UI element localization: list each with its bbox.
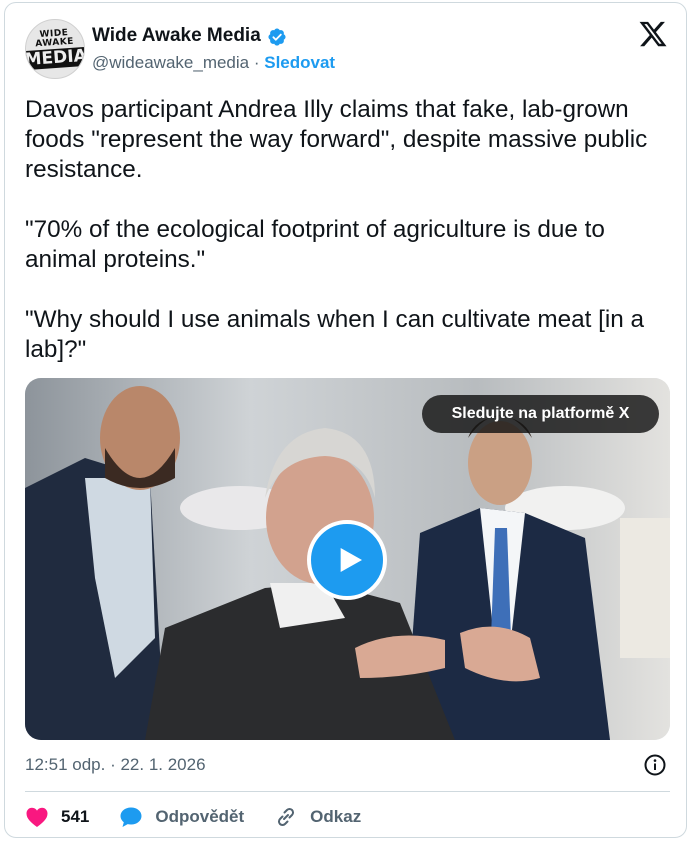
avatar-logo: WIDE AWAKE MEDIA (26, 28, 84, 71)
reply-bubble-icon (120, 807, 142, 827)
play-icon (340, 548, 362, 572)
author-avatar[interactable]: WIDE AWAKE MEDIA (25, 19, 85, 79)
video-thumbnail[interactable]: Sledujte na platformě X (25, 378, 670, 740)
copy-link-button[interactable]: Odkaz (274, 805, 361, 829)
author-name[interactable]: Wide Awake Media (92, 25, 261, 47)
tweet-embed-card: WIDE AWAKE MEDIA Wide Awake Media @widea… (4, 2, 687, 838)
link-icon (278, 807, 295, 827)
reply-label: Odpovědět (155, 807, 245, 826)
play-button[interactable] (307, 520, 387, 600)
x-logo-icon[interactable] (638, 19, 668, 49)
verified-badge-icon (268, 28, 286, 46)
like-button[interactable]: 541 (25, 806, 89, 828)
link-label: Odkaz (310, 807, 362, 826)
follow-button[interactable]: Sledovat (264, 53, 335, 72)
tweet-timestamp[interactable]: 12:51 odp. · 22. 1. 2026 (25, 755, 206, 775)
info-icon[interactable] (643, 753, 667, 777)
divider (25, 791, 670, 792)
like-count: 541 (61, 807, 90, 826)
author-handle[interactable]: @wideawake_media (92, 53, 249, 72)
action-bar: 541 Odpovědět Odkaz (25, 803, 391, 831)
tweet-text: Davos participant Andrea Illy claims tha… (25, 96, 648, 363)
watch-on-x-button[interactable]: Sledujte na platformě X (422, 395, 659, 433)
author-handle-row: @wideawake_media · Sledovat (92, 53, 335, 73)
reply-button[interactable]: Odpovědět (119, 806, 244, 828)
heart-icon (26, 807, 48, 827)
handle-separator: · (249, 53, 265, 72)
